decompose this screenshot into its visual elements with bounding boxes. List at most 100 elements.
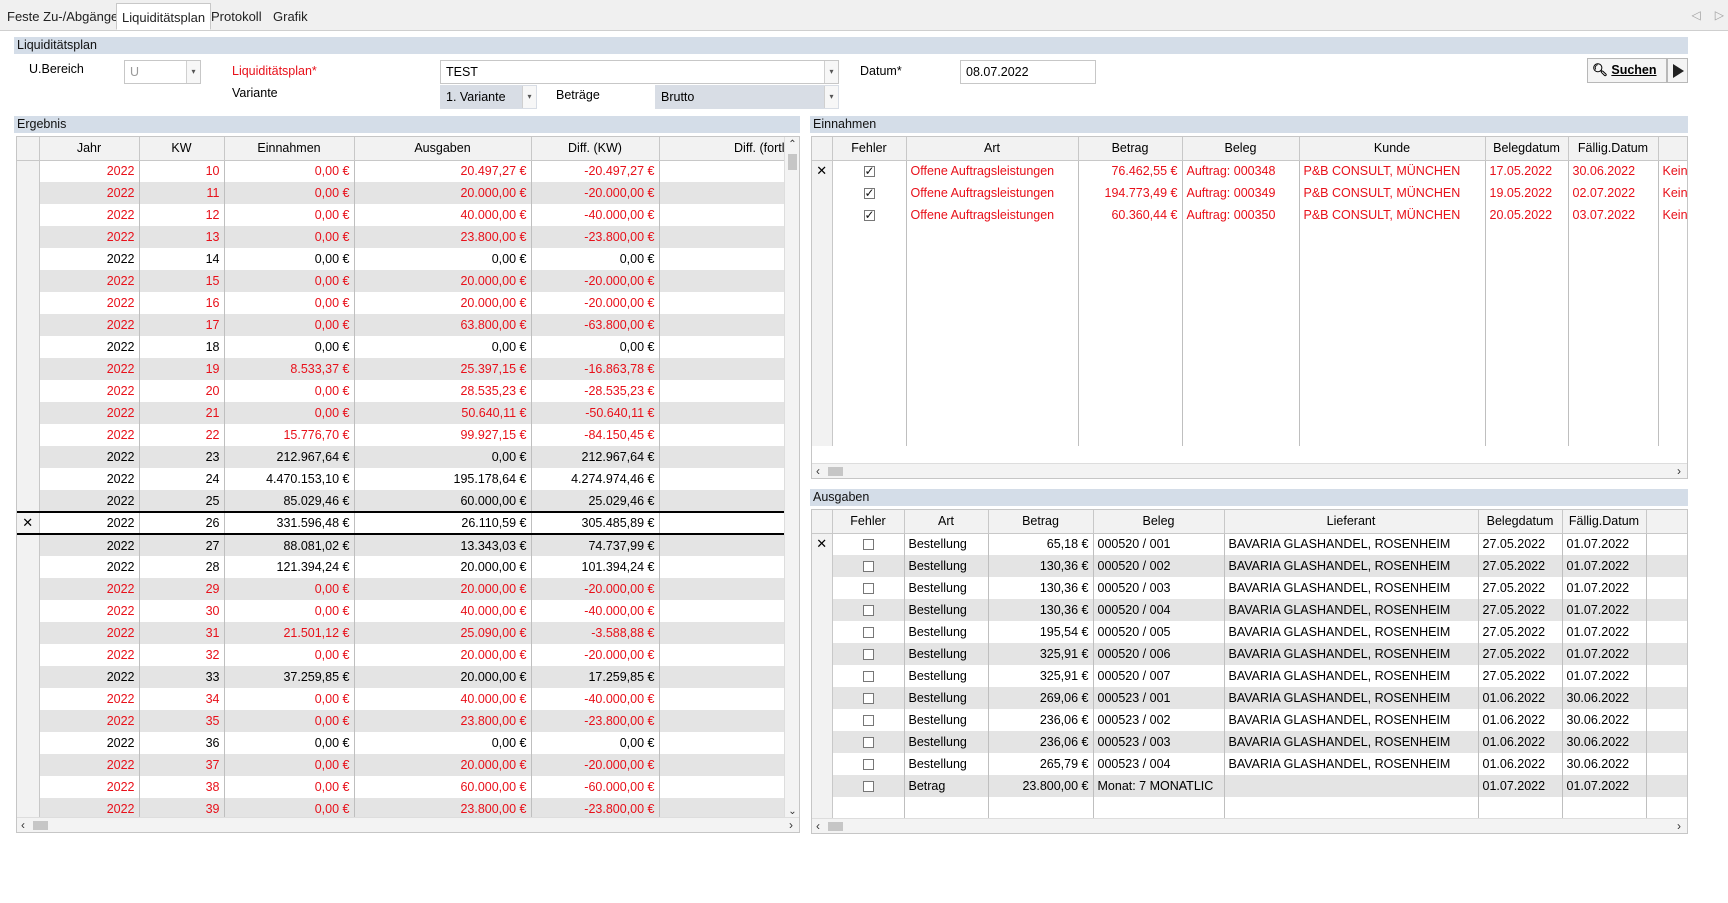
row-selector[interactable] bbox=[812, 292, 833, 314]
table-row[interactable]: Bestellung 195,54 €000520 / 005 BAVARIA GL… bbox=[812, 621, 1687, 643]
ubereich-select[interactable]: U ▾ bbox=[124, 60, 201, 84]
checkbox-icon[interactable] bbox=[863, 186, 875, 200]
cell-fehler[interactable] bbox=[832, 336, 907, 358]
table-row[interactable]: 2022 23 212.967,64 €0,00 €212.967,64 € bbox=[17, 446, 799, 468]
cell-fehler[interactable] bbox=[832, 599, 905, 621]
result-grid[interactable]: Jahr KW Einnahmen Ausgaben Diff. (KW) Di… bbox=[16, 136, 800, 833]
row-selector[interactable] bbox=[17, 182, 40, 204]
col-header-faellig-datum[interactable]: Fällig.Datum bbox=[1562, 510, 1647, 534]
row-selector[interactable] bbox=[812, 270, 833, 292]
row-selector[interactable] bbox=[17, 358, 40, 380]
row-selector[interactable] bbox=[17, 710, 40, 732]
table-row[interactable]: 2022 38 0,00 €60.000,00 € -60.000,00 € bbox=[17, 776, 799, 798]
row-selector[interactable] bbox=[812, 226, 833, 248]
cell-fehler[interactable] bbox=[832, 775, 905, 797]
expense-grid[interactable]: Fehler Art Betrag Beleg Lieferant Belegd… bbox=[811, 509, 1688, 834]
scroll-thumb[interactable] bbox=[33, 821, 48, 830]
col-header-diff-fortl[interactable]: Diff. (fortl bbox=[659, 137, 799, 161]
cell-fehler[interactable] bbox=[832, 533, 905, 555]
tab-scroll-right-icon[interactable]: ▷ bbox=[1715, 8, 1724, 22]
row-selector[interactable] bbox=[812, 797, 833, 819]
row-selector[interactable] bbox=[17, 270, 40, 292]
row-selector[interactable] bbox=[17, 534, 40, 556]
row-selector[interactable] bbox=[17, 600, 40, 622]
table-row[interactable]: 2022 25 85.029,46 €60.000,00 €25.029,46 € bbox=[17, 490, 799, 512]
table-row[interactable]: Betrag 23.800,00 € Monat: 7 MONATLIC 01.07.… bbox=[812, 775, 1687, 797]
col-header-beleg[interactable]: Beleg bbox=[1182, 137, 1300, 161]
col-header-betrag[interactable]: Betrag bbox=[988, 510, 1094, 534]
table-row[interactable] bbox=[812, 314, 1687, 336]
scroll-right-icon[interactable]: › bbox=[1677, 819, 1681, 833]
table-row[interactable]: ✕ Offene Auftragsleistungen76.462,55 €Auf… bbox=[812, 160, 1687, 182]
play-icon[interactable] bbox=[1667, 58, 1688, 83]
col-header-jahr[interactable]: Jahr bbox=[39, 137, 140, 161]
checkbox-icon[interactable] bbox=[863, 208, 875, 222]
row-selector[interactable] bbox=[812, 336, 833, 358]
scroll-thumb[interactable] bbox=[828, 822, 843, 831]
row-selector[interactable] bbox=[17, 732, 40, 754]
col-header-extra[interactable] bbox=[1646, 510, 1687, 534]
row-selector[interactable] bbox=[812, 709, 833, 731]
scroll-right-icon[interactable]: › bbox=[789, 818, 793, 832]
table-row[interactable]: Offene Auftragsleistungen194.773,49 €Auf… bbox=[812, 182, 1687, 204]
income-grid[interactable]: Fehler Art Betrag Beleg Kunde Belegdatum… bbox=[811, 136, 1688, 479]
table-row[interactable]: 2022 31 21.501,12 €25.090,00 € -3.588,88 € bbox=[17, 622, 799, 644]
scroll-up-icon[interactable]: ⌃ bbox=[785, 139, 799, 150]
scroll-thumb[interactable] bbox=[788, 154, 797, 170]
tab-protokoll[interactable]: Protokoll bbox=[206, 3, 267, 30]
table-row[interactable]: 2022 28 121.394,24 €20.000,00 €101.394,24 … bbox=[17, 556, 799, 578]
tab-scroll-left-icon[interactable]: ◁ bbox=[1692, 8, 1701, 22]
chevron-down-icon[interactable]: ▾ bbox=[186, 61, 200, 83]
row-selector[interactable] bbox=[812, 621, 833, 643]
table-row[interactable]: 2022 35 0,00 €23.800,00 € -23.800,00 € bbox=[17, 710, 799, 732]
tab-feste-zu-abgaenge[interactable]: Feste Zu-/Abgänge bbox=[2, 3, 123, 30]
checkbox-icon[interactable] bbox=[862, 583, 874, 595]
cell-fehler[interactable] bbox=[832, 204, 907, 226]
table-row[interactable]: 2022 18 0,00 €0,00 €0,00 € bbox=[17, 336, 799, 358]
cell-fehler[interactable] bbox=[832, 292, 907, 314]
row-selector[interactable] bbox=[812, 314, 833, 336]
checkbox-icon[interactable] bbox=[862, 649, 874, 661]
col-header-art[interactable]: Art bbox=[904, 510, 989, 534]
table-row[interactable]: 2022 11 0,00 €20.000,00 € -20.000,00 € bbox=[17, 182, 799, 204]
row-selector[interactable] bbox=[812, 643, 833, 665]
cell-fehler[interactable] bbox=[832, 621, 905, 643]
table-row[interactable] bbox=[812, 358, 1687, 380]
betraege-select[interactable]: Brutto ▾ bbox=[655, 85, 839, 109]
row-selector[interactable] bbox=[17, 468, 40, 490]
cell-fehler[interactable] bbox=[832, 160, 907, 182]
table-row[interactable]: 2022 21 0,00 €50.640,11 € -50.640,11 € bbox=[17, 402, 799, 424]
row-selector[interactable] bbox=[17, 248, 40, 270]
row-selector[interactable] bbox=[17, 446, 40, 468]
scroll-thumb[interactable] bbox=[828, 467, 843, 476]
horizontal-scrollbar[interactable]: ‹ › bbox=[812, 463, 1687, 478]
col-header-faellig-datum[interactable]: Fällig.Datum bbox=[1568, 137, 1659, 161]
cell-fehler[interactable] bbox=[832, 182, 907, 204]
checkbox-icon[interactable] bbox=[862, 737, 874, 749]
table-row[interactable]: 2022 19 8.533,37 €25.397,15 € -16.863,78 € bbox=[17, 358, 799, 380]
col-header-belegdatum[interactable]: Belegdatum bbox=[1478, 510, 1563, 534]
checkbox-icon[interactable] bbox=[862, 759, 874, 771]
row-selector[interactable] bbox=[812, 204, 833, 226]
horizontal-scrollbar[interactable]: ‹ › bbox=[812, 818, 1687, 833]
col-header-betrag[interactable]: Betrag bbox=[1078, 137, 1183, 161]
tab-grafik[interactable]: Grafik bbox=[268, 3, 313, 30]
table-row[interactable]: 2022 10 0,00 €20.497,27 € -20.497,27 € bbox=[17, 160, 799, 182]
cell-fehler[interactable] bbox=[832, 358, 907, 380]
row-selector[interactable] bbox=[17, 314, 40, 336]
table-row[interactable]: 2022 20 0,00 €28.535,23 € -28.535,23 € bbox=[17, 380, 799, 402]
cell-fehler[interactable] bbox=[832, 380, 907, 402]
row-selector[interactable] bbox=[812, 775, 833, 797]
scroll-left-icon[interactable]: ‹ bbox=[816, 819, 820, 833]
chevron-down-icon[interactable]: ▾ bbox=[824, 61, 838, 83]
tab-liquiditaetsplan[interactable]: Liquiditätsplan bbox=[116, 3, 212, 30]
table-row[interactable] bbox=[812, 336, 1687, 358]
table-row[interactable]: Bestellung 130,36 €000520 / 004 BAVARIA GL… bbox=[812, 599, 1687, 621]
col-header-belegdatum[interactable]: Belegdatum bbox=[1485, 137, 1569, 161]
table-row[interactable] bbox=[812, 248, 1687, 270]
checkbox-icon[interactable] bbox=[862, 715, 874, 727]
plan-select[interactable]: TEST ▾ bbox=[440, 60, 839, 84]
row-selector[interactable] bbox=[812, 380, 833, 402]
vertical-scrollbar[interactable]: ⌃ ⌄ bbox=[784, 137, 799, 817]
table-row[interactable]: Bestellung 325,91 €000520 / 006 BAVARIA GL… bbox=[812, 643, 1687, 665]
